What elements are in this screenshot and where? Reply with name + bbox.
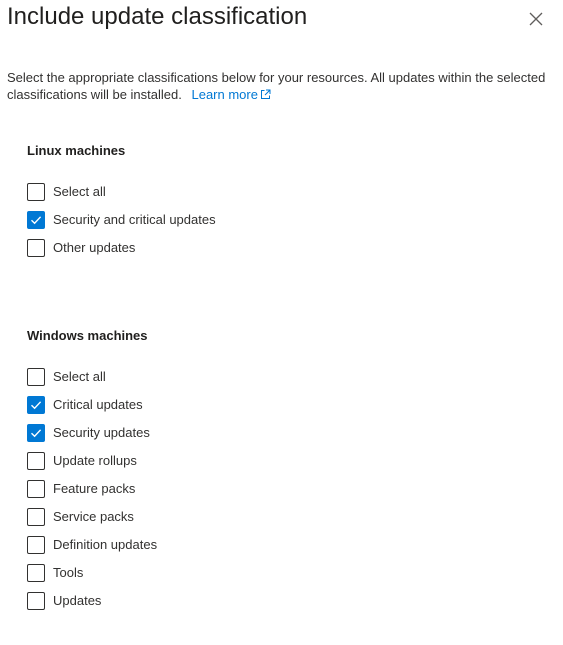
windows-option-checkbox[interactable] <box>27 396 45 414</box>
linux-option-checkbox[interactable] <box>27 183 45 201</box>
linux-checkbox-list: Select all Security and critical updates O… <box>27 178 216 262</box>
windows-option-checkbox[interactable] <box>27 368 45 386</box>
linux-option-label[interactable]: Security and critical updates <box>53 211 216 229</box>
learn-more-label: Learn more <box>191 87 258 102</box>
windows-option-row[interactable]: Updates <box>27 587 157 615</box>
close-icon <box>529 12 543 26</box>
windows-option-row[interactable]: Critical updates <box>27 391 157 419</box>
linux-option-row[interactable]: Other updates <box>27 234 216 262</box>
linux-option-row[interactable]: Select all <box>27 178 216 206</box>
external-link-icon <box>260 89 271 99</box>
linux-option-checkbox[interactable] <box>27 211 45 229</box>
windows-checkbox-list: Select all Critical updates Security updat… <box>27 363 157 615</box>
linux-option-row[interactable]: Security and critical updates <box>27 206 216 234</box>
windows-option-label[interactable]: Definition updates <box>53 536 157 554</box>
linux-option-label[interactable]: Other updates <box>53 239 135 257</box>
windows-option-checkbox[interactable] <box>27 452 45 470</box>
windows-option-row[interactable]: Update rollups <box>27 447 157 475</box>
linux-option-checkbox[interactable] <box>27 239 45 257</box>
checkmark-icon <box>31 216 42 225</box>
windows-option-label[interactable]: Feature packs <box>53 480 135 498</box>
description-text: Select the appropriate classifications b… <box>7 70 546 102</box>
windows-option-checkbox[interactable] <box>27 508 45 526</box>
windows-option-label[interactable]: Tools <box>53 564 83 582</box>
linux-option-label[interactable]: Select all <box>53 183 106 201</box>
windows-option-checkbox[interactable] <box>27 424 45 442</box>
windows-option-checkbox[interactable] <box>27 592 45 610</box>
learn-more-link[interactable]: Learn more <box>191 87 271 102</box>
checkmark-icon <box>31 429 42 438</box>
update-classification-panel: Include update classification Select the… <box>0 0 563 645</box>
close-button[interactable] <box>522 5 550 33</box>
windows-option-checkbox[interactable] <box>27 564 45 582</box>
windows-option-label[interactable]: Select all <box>53 368 106 386</box>
windows-option-checkbox[interactable] <box>27 480 45 498</box>
windows-option-row[interactable]: Service packs <box>27 503 157 531</box>
windows-option-row[interactable]: Definition updates <box>27 531 157 559</box>
panel-title: Include update classification <box>7 3 308 30</box>
windows-option-label[interactable]: Critical updates <box>53 396 143 414</box>
windows-option-label[interactable]: Update rollups <box>53 452 137 470</box>
windows-section-heading: Windows machines <box>27 328 148 343</box>
checkmark-icon <box>31 401 42 410</box>
windows-option-row[interactable]: Tools <box>27 559 157 587</box>
windows-option-row[interactable]: Security updates <box>27 419 157 447</box>
windows-option-label[interactable]: Service packs <box>53 508 134 526</box>
windows-option-row[interactable]: Select all <box>27 363 157 391</box>
windows-option-row[interactable]: Feature packs <box>27 475 157 503</box>
windows-option-checkbox[interactable] <box>27 536 45 554</box>
panel-description: Select the appropriate classifications b… <box>7 69 557 103</box>
linux-section-heading: Linux machines <box>27 143 126 158</box>
windows-option-label[interactable]: Security updates <box>53 424 150 442</box>
windows-option-label[interactable]: Updates <box>53 592 101 610</box>
